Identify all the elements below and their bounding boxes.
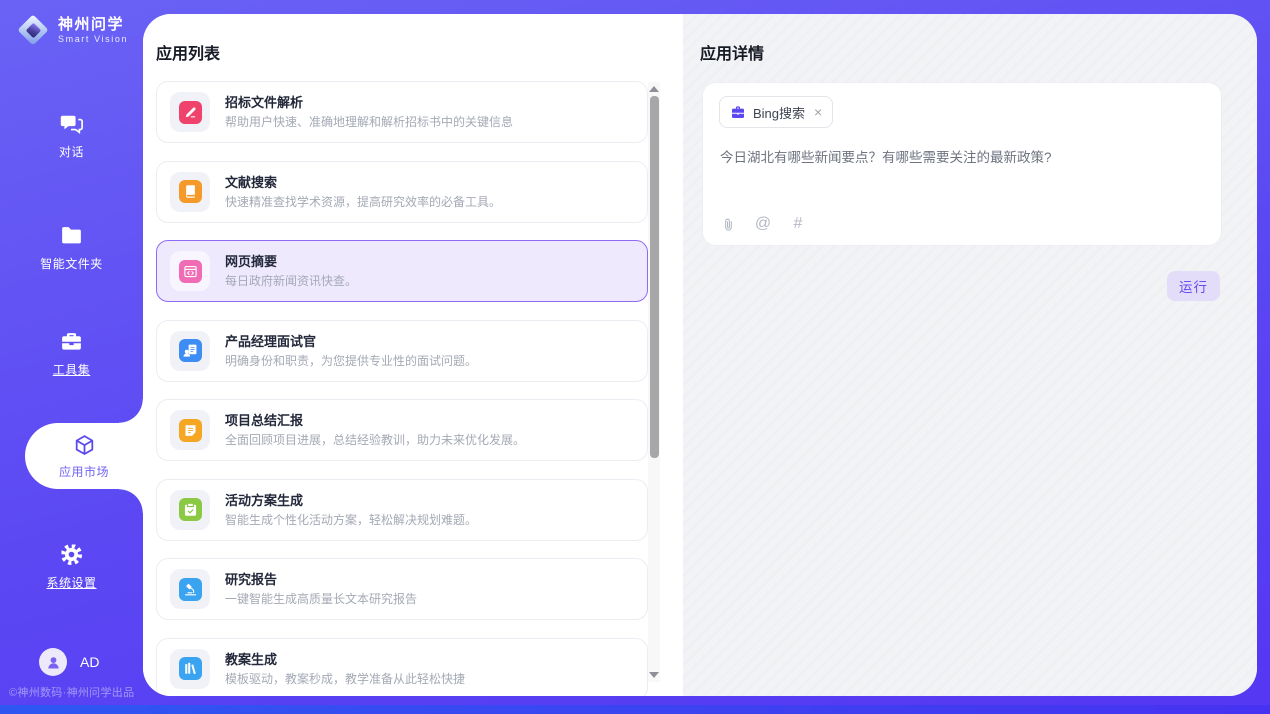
sidebar-item-chat[interactable]: 对话 bbox=[0, 110, 143, 160]
brand-tagline: Smart Vision bbox=[58, 34, 128, 44]
user-label: AD bbox=[80, 654, 99, 670]
app-detail-title: 应用详情 bbox=[700, 40, 764, 64]
app-list: 招标文件解析帮助用户快速、准确地理解和解析招标书中的关键信息文献搜索快速精准查找… bbox=[156, 81, 648, 696]
app-icon-container bbox=[170, 569, 210, 609]
app-icon-container bbox=[170, 331, 210, 371]
app-card-title: 文献搜索 bbox=[225, 175, 501, 190]
brand-name: 神州问学 bbox=[58, 16, 128, 33]
app-icon-container bbox=[170, 649, 210, 689]
app-card-text: 活动方案生成智能生成个性化活动方案，轻松解决规划难题。 bbox=[225, 493, 477, 527]
copyright-footer: ©神州数码·神州问学出品 bbox=[9, 684, 143, 700]
app-card[interactable]: 产品经理面试官明确身份和职责，为您提供专业性的面试问题。 bbox=[156, 320, 648, 382]
app-icon-container bbox=[170, 172, 210, 212]
app-icon-container bbox=[170, 410, 210, 450]
app-card-text: 网页摘要每日政府新闻资讯快查。 bbox=[225, 254, 357, 288]
browser-code-icon bbox=[179, 260, 202, 283]
app-icon-container bbox=[170, 251, 210, 291]
app-card-text: 文献搜索快速精准查找学术资源，提高研究效率的必备工具。 bbox=[225, 175, 501, 209]
app-icon-container bbox=[170, 92, 210, 132]
gear-icon bbox=[59, 541, 85, 567]
folder-icon bbox=[59, 222, 85, 248]
user-row[interactable]: AD bbox=[39, 648, 99, 676]
app-card-desc: 快速精准查找学术资源，提高研究效率的必备工具。 bbox=[225, 195, 501, 209]
chat-icon bbox=[59, 110, 85, 136]
cube-icon bbox=[71, 433, 97, 459]
book-icon bbox=[179, 180, 202, 203]
app-card[interactable]: 招标文件解析帮助用户快速、准确地理解和解析招标书中的关键信息 bbox=[156, 81, 648, 143]
app-card-title: 活动方案生成 bbox=[225, 493, 477, 508]
app-card-title: 招标文件解析 bbox=[225, 95, 513, 110]
app-card-desc: 每日政府新闻资讯快查。 bbox=[225, 274, 357, 288]
sidebar-item-label: 对话 bbox=[59, 143, 84, 160]
microscope-icon bbox=[179, 578, 202, 601]
app-card-desc: 一键智能生成高质量长文本研究报告 bbox=[225, 592, 417, 606]
app-card-title: 教案生成 bbox=[225, 652, 465, 667]
app-card-desc: 明确身份和职责，为您提供专业性的面试问题。 bbox=[225, 354, 477, 368]
app-list-panel: 应用列表 招标文件解析帮助用户快速、准确地理解和解析招标书中的关键信息文献搜索快… bbox=[143, 14, 683, 696]
app-card-desc: 帮助用户快速、准确地理解和解析招标书中的关键信息 bbox=[225, 115, 513, 129]
sidebar-item-label: 工具集 bbox=[53, 361, 91, 378]
sidebar-item-label: 智能文件夹 bbox=[40, 255, 103, 272]
toolbox-icon bbox=[59, 328, 85, 354]
app-card-text: 研究报告一键智能生成高质量长文本研究报告 bbox=[225, 572, 417, 606]
prompt-card: Bing搜索 × 今日湖北有哪些新闻要点？有哪些需要关注的最新政策? @# bbox=[702, 82, 1222, 246]
pen-icon bbox=[179, 101, 202, 124]
app-card-desc: 智能生成个性化活动方案，轻松解决规划难题。 bbox=[225, 513, 477, 527]
app-card[interactable]: 研究报告一键智能生成高质量长文本研究报告 bbox=[156, 558, 648, 620]
bottom-taskbar bbox=[0, 705, 1270, 714]
brand-logo: 神州问学 Smart Vision bbox=[17, 14, 128, 46]
hash-icon[interactable]: # bbox=[789, 214, 807, 234]
app-card-desc: 全面回顾项目进展，总结经验教训，助力未来优化发展。 bbox=[225, 433, 525, 447]
app-card-text: 产品经理面试官明确身份和职责，为您提供专业性的面试问题。 bbox=[225, 334, 477, 368]
app-card[interactable]: 文献搜索快速精准查找学术资源，提高研究效率的必备工具。 bbox=[156, 161, 648, 223]
app-card-desc: 模板驱动，教案秒成，教学准备从此轻松快捷 bbox=[225, 672, 465, 686]
app-card[interactable]: 项目总结汇报全面回顾项目进展，总结经验教训，助力未来优化发展。 bbox=[156, 399, 648, 461]
interviewer-icon bbox=[179, 339, 202, 362]
app-icon-container bbox=[170, 490, 210, 530]
content-area: 应用列表 招标文件解析帮助用户快速、准确地理解和解析招标书中的关键信息文献搜索快… bbox=[143, 14, 1257, 696]
books-icon bbox=[179, 657, 202, 680]
app-card-title: 网页摘要 bbox=[225, 254, 357, 269]
app-detail-panel: 应用详情 Bing搜索 × 今日湖北有哪些新闻要点？有哪些需要关注的最新政策? … bbox=[683, 14, 1257, 696]
sidebar-item-cube[interactable]: 应用市场 bbox=[25, 423, 143, 489]
briefcase-icon bbox=[730, 104, 746, 120]
app-card-text: 教案生成模板驱动，教案秒成，教学准备从此轻松快捷 bbox=[225, 652, 465, 686]
app-card[interactable]: 活动方案生成智能生成个性化活动方案，轻松解决规划难题。 bbox=[156, 479, 648, 541]
sidebar-item-gear[interactable]: 系统设置 bbox=[0, 541, 143, 591]
scrollbar-down-icon[interactable] bbox=[649, 672, 659, 678]
sidebar-item-folder[interactable]: 智能文件夹 bbox=[0, 222, 143, 272]
mention-icon[interactable]: @ bbox=[754, 214, 772, 234]
scrollbar-thumb[interactable] bbox=[650, 96, 659, 458]
clipboard-check-icon bbox=[179, 498, 202, 521]
brand-logo-icon bbox=[17, 14, 49, 46]
note-icon bbox=[179, 419, 202, 442]
scrollbar-up-icon[interactable] bbox=[649, 86, 659, 92]
app-card-title: 研究报告 bbox=[225, 572, 417, 587]
person-icon bbox=[45, 654, 62, 671]
avatar[interactable] bbox=[39, 648, 67, 676]
brand-text: 神州问学 Smart Vision bbox=[58, 16, 128, 44]
attach-icon[interactable] bbox=[719, 214, 737, 234]
app-card[interactable]: 教案生成模板驱动，教案秒成，教学准备从此轻松快捷 bbox=[156, 638, 648, 697]
app-card-title: 项目总结汇报 bbox=[225, 413, 525, 428]
sidebar-item-label: 系统设置 bbox=[46, 574, 96, 591]
chip-remove-icon[interactable]: × bbox=[814, 105, 822, 119]
sidebar-item-toolbox[interactable]: 工具集 bbox=[0, 328, 143, 378]
prompt-text[interactable]: 今日湖北有哪些新闻要点？有哪些需要关注的最新政策? bbox=[720, 149, 1202, 167]
sidebar: 神州问学 Smart Vision 对话智能文件夹工具集应用市场系统设置 AD … bbox=[0, 0, 143, 705]
sidebar-item-label: 应用市场 bbox=[59, 463, 109, 480]
tool-chip-bing-search[interactable]: Bing搜索 × bbox=[719, 96, 833, 128]
app-list-scrollbar[interactable] bbox=[648, 82, 660, 682]
app-card-text: 招标文件解析帮助用户快速、准确地理解和解析招标书中的关键信息 bbox=[225, 95, 513, 129]
tool-chip-label: Bing搜索 bbox=[753, 103, 805, 122]
app-list-title: 应用列表 bbox=[156, 40, 220, 64]
app-card-title: 产品经理面试官 bbox=[225, 334, 477, 349]
app-card[interactable]: 网页摘要每日政府新闻资讯快查。 bbox=[156, 240, 648, 302]
prompt-toolbar: @# bbox=[719, 214, 807, 234]
run-button[interactable]: 运行 bbox=[1167, 271, 1220, 301]
app-card-text: 项目总结汇报全面回顾项目进展，总结经验教训，助力未来优化发展。 bbox=[225, 413, 525, 447]
